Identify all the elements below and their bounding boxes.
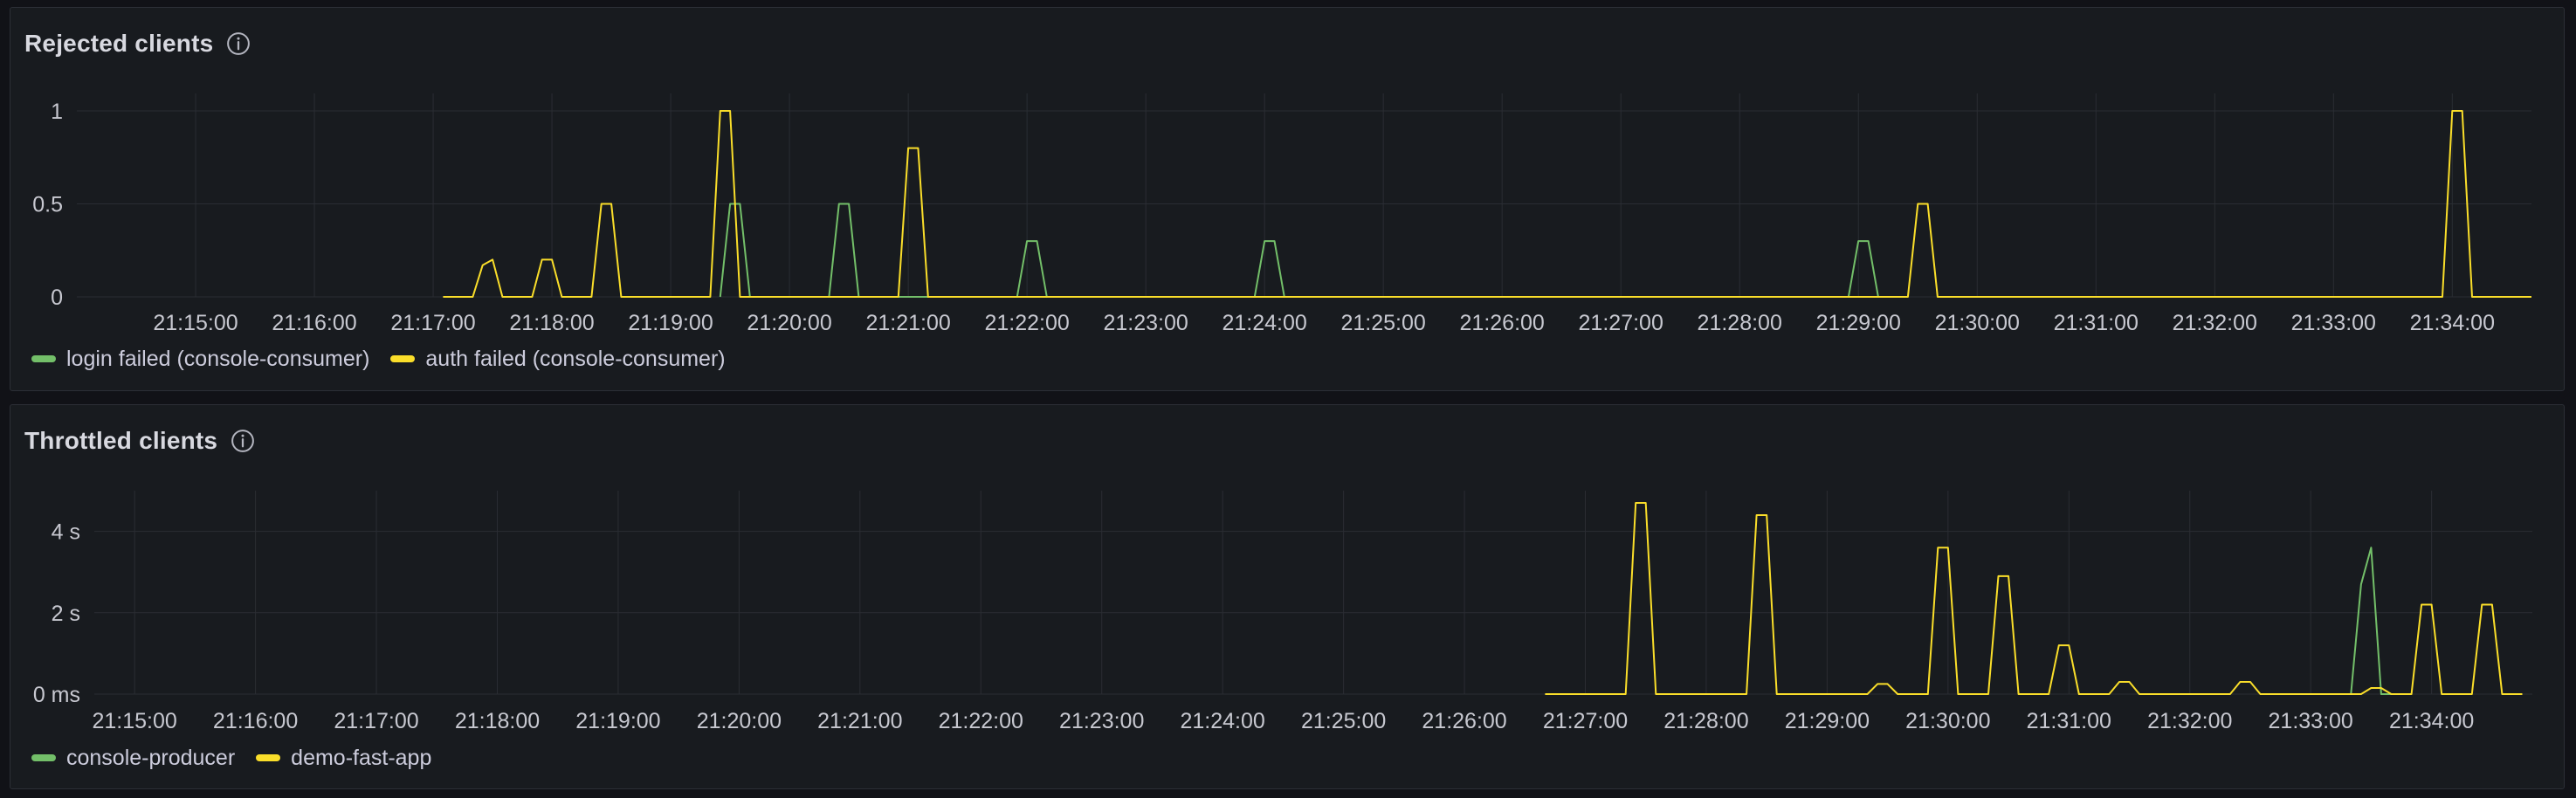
x-tick-label: 21:16:00: [272, 311, 356, 335]
legend-label: auth failed (console-consumer): [425, 346, 726, 371]
legend-item-login-failed[interactable]: login failed (console-consumer): [31, 347, 369, 372]
y-tick-label: 0: [51, 285, 63, 310]
x-tick-label: 21:21:00: [817, 709, 902, 733]
x-tick-label: 21:17:00: [390, 311, 475, 335]
x-tick-label: 21:19:00: [575, 709, 660, 733]
x-tick-label: 21:27:00: [1543, 709, 1628, 733]
x-tick-label: 21:21:00: [865, 311, 950, 335]
x-tick-label: 21:23:00: [1059, 709, 1144, 733]
y-tick-label: 2 s: [52, 602, 80, 626]
x-tick-label: 21:25:00: [1301, 709, 1386, 733]
rejected-clients-panel: Rejected clients 21:15:00 21:16:00 21:17:0…: [10, 7, 2565, 391]
x-tick-label: 21:34:00: [2389, 709, 2474, 733]
x-tick-label: 21:28:00: [1663, 709, 1748, 733]
legend-swatch: [256, 754, 281, 761]
x-tick-label: 21:29:00: [1785, 709, 1870, 733]
x-tick-label: 21:15:00: [153, 311, 238, 335]
x-tick-label: 21:33:00: [2291, 311, 2376, 335]
x-tick-label: 21:30:00: [1905, 709, 1990, 733]
legend: login failed (console-consumer) auth fai…: [31, 343, 726, 375]
legend-swatch: [31, 754, 56, 761]
y-tick-label: 0.5: [32, 193, 63, 217]
legend-item-console-producer[interactable]: console-producer: [31, 746, 235, 771]
x-tick-label: 21:33:00: [2269, 709, 2353, 733]
x-tick-label: 21:26:00: [1460, 311, 1545, 335]
x-tick-label: 21:31:00: [2027, 709, 2111, 733]
x-tick-label: 21:31:00: [2054, 311, 2139, 335]
x-tick-label: 21:17:00: [334, 709, 418, 733]
legend-label: demo-fast-app: [291, 745, 432, 770]
x-tick-label: 21:22:00: [984, 311, 1069, 335]
throttled-clients-panel: Throttled clients 21:15:00 21:16:00 21:17:…: [10, 404, 2565, 789]
x-tick-label: 21:23:00: [1103, 311, 1188, 335]
x-tick-label: 21:24:00: [1181, 709, 1265, 733]
x-tick-label: 21:19:00: [628, 311, 713, 335]
x-tick-label: 21:22:00: [939, 709, 1023, 733]
x-tick-label: 21:32:00: [2173, 311, 2257, 335]
x-tick-label: 21:16:00: [213, 709, 298, 733]
legend-swatch: [31, 355, 56, 362]
legend-label: console-producer: [66, 745, 236, 770]
x-tick-label: 21:30:00: [1935, 311, 2020, 335]
x-tick-label: 21:32:00: [2147, 709, 2232, 733]
throttled-clients-chart[interactable]: 21:15:00 21:16:00 21:17:00 21:18:00 21:19:00…: [10, 405, 2566, 790]
x-tick-label: 21:34:00: [2410, 311, 2495, 335]
x-tick-label: 21:15:00: [92, 709, 176, 733]
y-tick-label: 0 ms: [33, 683, 80, 707]
legend: console-producer demo-fast-app: [31, 742, 431, 774]
x-tick-label: 21:29:00: [1816, 311, 1901, 335]
legend-item-auth-failed[interactable]: auth failed (console-consumer): [390, 346, 726, 372]
legend-item-demo-fast-app[interactable]: demo-fast-app: [256, 746, 431, 771]
legend-label: login failed (console-consumer): [66, 346, 370, 371]
x-tick-label: 21:27:00: [1579, 311, 1663, 335]
series-line-login-failed-console-consumer-[interactable]: [719, 203, 1879, 298]
x-tick-label: 21:25:00: [1341, 311, 1426, 335]
x-tick-label: 21:24:00: [1222, 311, 1306, 335]
x-tick-label: 21:20:00: [747, 311, 831, 335]
y-tick-label: 1: [51, 100, 63, 124]
x-tick-label: 21:26:00: [1422, 709, 1506, 733]
x-tick-label: 21:18:00: [455, 709, 540, 733]
x-tick-label: 21:28:00: [1698, 311, 1782, 335]
rejected-clients-chart[interactable]: 21:15:00 21:16:00 21:17:00 21:18:00 21:19:00…: [10, 8, 2566, 392]
x-tick-label: 21:20:00: [697, 709, 782, 733]
x-tick-label: 21:18:00: [509, 311, 594, 335]
legend-swatch: [390, 355, 416, 362]
series-line-console-producer[interactable]: [2311, 547, 2392, 695]
y-tick-label: 4 s: [52, 520, 80, 545]
